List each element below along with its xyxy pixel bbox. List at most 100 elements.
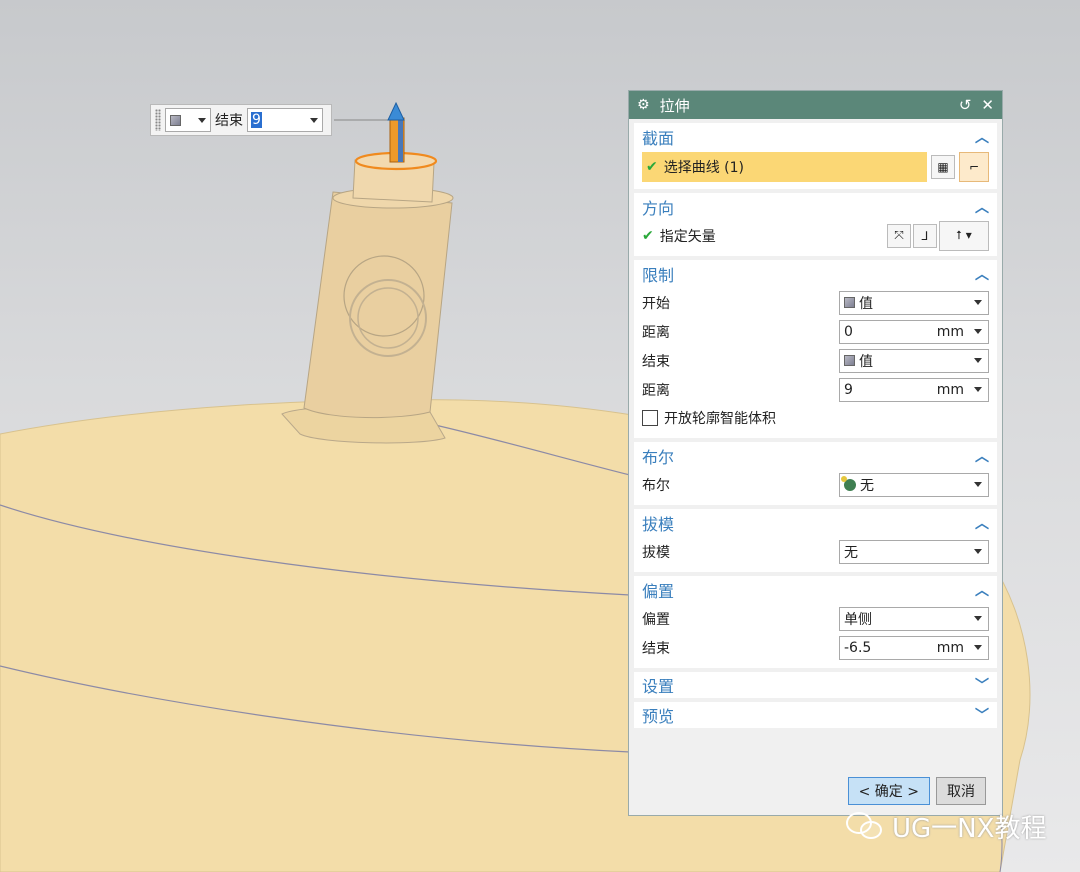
extrude-mini-toolbar: 结束 9 [150,104,332,136]
draft-select[interactable]: 无 [839,539,989,564]
offset-label: 偏置 [642,611,670,628]
extrude-dialog: ⚙ 拉伸 ↺ ✕ 截面 ︿ ✔ 选择曲线 (1) ▦ ⌐ 方向 ︿ ✔ 指定矢量… [628,90,1003,816]
preview-header[interactable]: 预览 ﹀ [642,702,989,728]
draft-header[interactable]: 拔模 ︿ [642,509,989,537]
start-type-select[interactable]: 值 [839,290,989,315]
limits-title: 限制 [642,266,675,285]
extrude-arrow-head[interactable] [387,101,405,121]
settings-header[interactable]: 设置 ﹀ [642,672,989,698]
draft-label: 拔模 [642,544,670,561]
direction-header[interactable]: 方向 ︿ [642,193,989,221]
offset-end-label: 结束 [642,640,670,657]
chevron-down-icon [310,117,318,123]
vector-dialog-button[interactable]: ⅃ [913,223,937,248]
start-distance-label: 距离 [642,324,670,341]
chevron-down-icon [198,117,206,123]
end-type-dropdown[interactable] [165,108,211,132]
chevron-up-icon[interactable]: ︿ [975,580,989,600]
chevron-down-icon [974,549,982,554]
value-cube-icon [170,114,181,126]
chevron-up-icon[interactable]: ︿ [975,264,989,284]
watermark: UG一NX教程 [846,808,1046,845]
cancel-button[interactable]: 取消 [936,777,986,805]
open-profile-checkbox[interactable] [642,410,658,426]
offset-end-value: -6.5 [844,639,872,656]
draft-value: 无 [844,544,858,561]
offset-header[interactable]: 偏置 ︿ [642,576,989,604]
reverse-direction-button[interactable]: ⤧ [887,223,911,248]
chevron-down-icon [974,300,982,305]
section-title: 截面 [642,129,675,148]
offset-group: 偏置 ︿ 偏置 单侧 结束 -6.5 mm [634,576,997,668]
close-icon[interactable]: ✕ [981,96,994,114]
section-group: 截面 ︿ ✔ 选择曲线 (1) ▦ ⌐ [634,123,997,189]
end-type-select[interactable]: 值 [839,348,989,373]
preview-group: 预览 ﹀ [634,702,997,728]
offset-select[interactable]: 单侧 [839,606,989,631]
boolean-group: 布尔 ︿ 布尔 无 [634,442,997,505]
vector-type-dropdown[interactable]: ⭡ ▾ [939,220,989,251]
end-distance-label: 距离 [642,382,670,399]
boolean-title: 布尔 [642,448,675,467]
unit-label: mm [936,381,964,398]
settings-title: 设置 [642,677,675,696]
offset-value: 单侧 [844,611,872,628]
boolean-value: 无 [860,477,874,494]
chevron-up-icon[interactable]: ︿ [975,127,989,147]
sketch-section-button[interactable]: ▦ [931,155,955,179]
chevron-up-icon[interactable]: ︿ [975,197,989,217]
start-type-value: 值 [859,295,873,312]
ok-button[interactable]: < 确定 > [847,777,930,805]
unit-label: mm [936,323,964,340]
check-icon: ✔ [646,159,658,175]
end-value-input[interactable]: 9 [247,108,323,132]
chevron-up-icon[interactable]: ︿ [975,513,989,533]
boolean-none-icon [841,475,856,491]
curve-rule-button[interactable]: ⌐ [959,152,989,182]
cylinder-boss[interactable] [303,191,453,419]
direction-group: 方向 ︿ ✔ 指定矢量 ⤧ ⅃ ⭡ ▾ [634,193,997,256]
chevron-down-icon [974,616,982,621]
direction-title: 方向 [642,199,675,218]
end-distance-input[interactable]: 9 mm [839,377,989,402]
unit-label: mm [936,639,964,656]
watermark-text: UG一NX教程 [892,814,1047,844]
gear-icon: ⚙ [637,97,650,113]
draft-title: 拔模 [642,515,675,534]
reset-icon[interactable]: ↺ [959,96,972,114]
dialog-title: 拉伸 [659,96,690,115]
settings-group: 设置 ﹀ [634,672,997,698]
start-distance-input[interactable]: 0 mm [839,319,989,344]
boolean-select[interactable]: 无 [839,472,989,497]
chevron-down-icon [974,329,982,334]
value-cube-icon [844,297,855,308]
open-profile-label: 开放轮廓智能体积 [664,411,776,427]
value-cube-icon [844,355,855,366]
limits-header[interactable]: 限制 ︿ [642,260,989,288]
specify-vector-label: 指定矢量 [659,228,716,245]
chevron-down-icon [974,645,982,650]
chevron-down-icon [974,387,982,392]
chevron-down-icon [974,358,982,363]
chat-bubble-icon [846,811,884,842]
boolean-header[interactable]: 布尔 ︿ [642,442,989,470]
chevron-down-icon[interactable]: ﹀ [975,675,989,695]
chevron-down-icon [974,482,982,487]
offset-end-input[interactable]: -6.5 mm [839,635,989,660]
draft-group: 拔模 ︿ 拔模 无 [634,509,997,572]
end-distance-value: 9 [844,381,853,398]
end-type-value: 值 [859,353,873,370]
end-label: 结束 [215,113,243,129]
section-header[interactable]: 截面 ︿ [642,123,989,151]
start-label: 开始 [642,295,670,312]
drag-grip-icon[interactable] [155,109,161,131]
end-label: 结束 [642,353,670,370]
chevron-down-icon[interactable]: ﹀ [975,705,989,725]
preview-title: 预览 [642,707,675,726]
limits-group: 限制 ︿ 开始 值 距离 0 mm 结束 值 距离 9 mm 开放轮廓智能体积 [634,260,997,438]
dialog-titlebar[interactable]: ⚙ 拉伸 ↺ ✕ [629,91,1002,119]
select-curve-field[interactable]: ✔ 选择曲线 (1) [642,152,927,182]
boolean-label: 布尔 [642,477,670,494]
end-value-text: 9 [251,112,262,128]
chevron-up-icon[interactable]: ︿ [975,446,989,466]
